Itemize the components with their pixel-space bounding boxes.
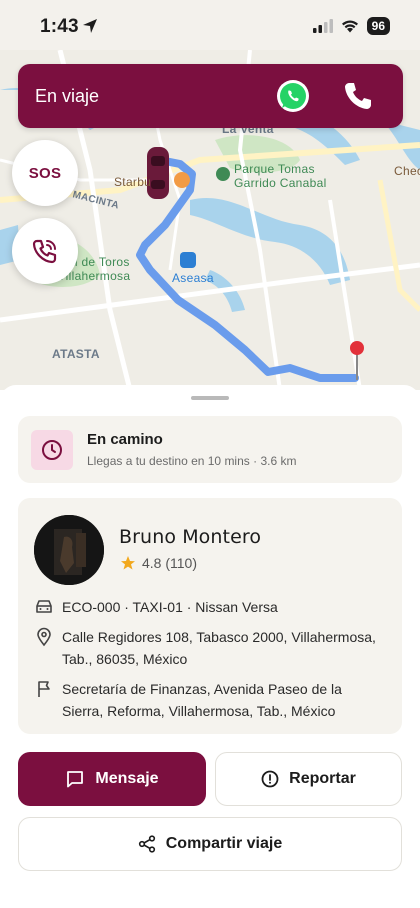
- destination-row: Secretaría de Finanzas, Avenida Paseo de…: [34, 678, 382, 722]
- phone-icon[interactable]: [342, 80, 374, 112]
- cafe-marker-icon: [174, 172, 190, 188]
- battery-level: 96: [366, 17, 390, 35]
- trip-details-sheet: En camino Llegas a tu destino en 10 mins…: [0, 385, 420, 908]
- star-icon: [121, 556, 135, 570]
- sheet-drag-handle[interactable]: [191, 396, 229, 400]
- share-trip-button[interactable]: Compartir viaje: [18, 817, 402, 871]
- sos-label: SOS: [28, 164, 62, 182]
- status-time: 1:43: [40, 16, 79, 37]
- car-icon: [36, 600, 52, 613]
- share-icon: [138, 835, 155, 853]
- map-label-atasta: ATASTA: [52, 347, 100, 361]
- emergency-call-button[interactable]: [12, 218, 78, 284]
- message-button[interactable]: Mensaje: [18, 752, 206, 806]
- eta-title: En camino: [87, 431, 163, 448]
- driver-rating: 4.8 (110): [120, 555, 197, 571]
- message-button-label: Mensaje: [95, 770, 159, 787]
- chat-icon: [67, 771, 84, 788]
- report-button-label: Reportar: [289, 770, 356, 787]
- location-pin-icon: [37, 627, 51, 647]
- clock-icon: [42, 440, 62, 460]
- eta-subtitle: Llegas a tu destino en 10 mins · 3.6 km: [87, 454, 297, 468]
- vehicle-info: ECO-000 · TAXI-01 · Nissan Versa: [62, 599, 278, 615]
- vehicle-row: ECO-000 · TAXI-01 · Nissan Versa: [34, 596, 382, 618]
- map-label-parque: Parque Tomas Garrido Canabal: [234, 162, 327, 190]
- whatsapp-icon[interactable]: [276, 79, 310, 113]
- pickup-address: Calle Regidores 108, Tabasco 2000, Villa…: [62, 629, 376, 667]
- trip-status-banner: En viaje: [18, 64, 403, 128]
- map-label-chedraui: Chec: [394, 164, 420, 178]
- sos-button[interactable]: SOS: [12, 140, 78, 206]
- status-bar: 1:43 96: [0, 0, 420, 50]
- phone-call-icon: [32, 239, 57, 264]
- trip-status-label: En viaje: [35, 86, 100, 106]
- map-label-aseasa: Aseasa: [172, 271, 214, 285]
- location-arrow-icon: [83, 19, 97, 33]
- eta-icon-container: [31, 430, 73, 470]
- wifi-icon: [341, 20, 358, 33]
- flag-icon: [38, 681, 50, 697]
- signal-icon: [312, 19, 333, 33]
- driver-name: Bruno Montero: [119, 526, 262, 548]
- report-button[interactable]: Reportar: [215, 752, 402, 806]
- rating-value: 4.8 (110): [142, 555, 197, 571]
- driver-card: Bruno Montero 4.8 (110) ECO-000 · TAXI-0…: [18, 498, 402, 734]
- driver-avatar: [34, 515, 104, 585]
- destination-address: Secretaría de Finanzas, Avenida Paseo de…: [62, 681, 342, 719]
- taxi-car-icon: [147, 147, 169, 199]
- park-marker-icon: [216, 167, 230, 181]
- bus-stop-icon: [180, 252, 196, 268]
- pickup-row: Calle Regidores 108, Tabasco 2000, Villa…: [34, 626, 382, 670]
- status-indicators: 96: [312, 17, 390, 35]
- share-button-label: Compartir viaje: [165, 835, 283, 852]
- map-label-starbucks: Starbu: [114, 175, 152, 189]
- eta-card: En camino Llegas a tu destino en 10 mins…: [18, 416, 402, 483]
- alert-circle-icon: [261, 770, 279, 788]
